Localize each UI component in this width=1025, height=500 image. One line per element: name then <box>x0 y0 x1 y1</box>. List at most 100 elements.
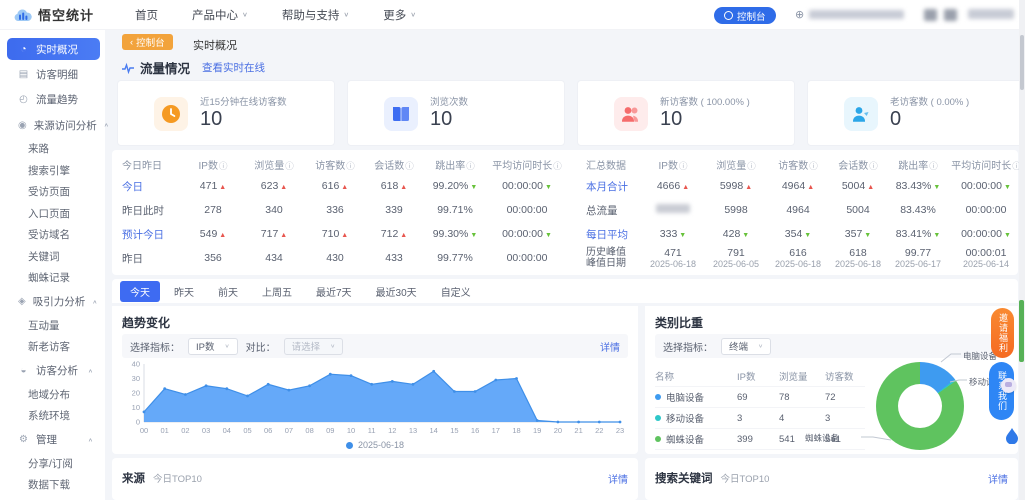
keywords-detail-link[interactable]: 详情 <box>988 471 1008 486</box>
info-icon[interactable]: ⓘ <box>405 161 414 171</box>
date-tab-昨天[interactable]: 昨天 <box>164 281 204 302</box>
chevron-down-icon: ∨ <box>410 11 416 18</box>
sidebar-item-来源访问分析[interactable]: ◉来源访问分析∧ <box>0 112 105 138</box>
nav-item-4[interactable]: 更多∨ <box>383 7 416 23</box>
console-button[interactable]: 控制台 <box>714 7 776 24</box>
date-tab-自定义[interactable]: 自定义 <box>431 281 481 302</box>
info-icon[interactable]: ⓘ <box>929 161 938 171</box>
table-cell: 00:00:00 <box>948 204 1024 216</box>
date-tab-最近30天[interactable]: 最近30天 <box>366 281 427 302</box>
svg-text:40: 40 <box>132 360 140 369</box>
sidebar-item-入口页面[interactable]: 入口页面 <box>0 203 105 225</box>
info-icon[interactable]: ⓘ <box>869 161 878 171</box>
chevron-down-icon: ∨ <box>343 11 349 18</box>
stat-card-label: 老访客数 ( 0.00% ) <box>890 94 969 108</box>
svg-text:17: 17 <box>492 426 500 435</box>
info-icon[interactable]: ⓘ <box>346 161 355 171</box>
water-drop-icon[interactable] <box>1006 428 1018 444</box>
source-detail-link[interactable]: 详情 <box>608 471 628 486</box>
sidebar-item-受访页面[interactable]: 受访页面 <box>0 181 105 203</box>
console-back-badge[interactable]: ‹ 控制台 <box>122 34 173 50</box>
trend-card: 趋势变化 选择指标： IP数 ∨ 对比： 请选择 ∨ 详情 0102030400… <box>112 306 638 454</box>
sidebar-item-label: 蜘蛛记录 <box>28 270 70 285</box>
arrow-up-icon: ▲ <box>219 184 226 191</box>
category-metric-select[interactable]: 终端 ∨ <box>721 338 771 355</box>
tab-realtime-overview[interactable]: 实时概况 <box>193 37 237 53</box>
category-cell: 78 <box>779 392 825 403</box>
sidebar-item-系统环境[interactable]: 系统环境 <box>0 405 105 427</box>
row-label[interactable]: 本月合计 <box>584 179 642 194</box>
device-donut-chart[interactable] <box>876 362 964 450</box>
row-label[interactable]: 今日 <box>120 179 184 194</box>
sidebar-item-搜索引擎[interactable]: 搜索引擎 <box>0 160 105 182</box>
svg-text:04: 04 <box>223 426 231 435</box>
category-row-移动设备[interactable]: 移动设备343 <box>655 408 865 429</box>
info-icon[interactable]: ⓘ <box>809 161 818 171</box>
date-tab-上周五[interactable]: 上周五 <box>252 281 302 302</box>
info-icon[interactable]: ⓘ <box>466 161 475 171</box>
sidebar-item-关键词[interactable]: 关键词 <box>0 246 105 268</box>
row-label[interactable]: 预计今日 <box>120 227 184 242</box>
sidebar-item-label: 来路 <box>28 141 49 156</box>
chat-bubble-icon[interactable] <box>1001 378 1016 393</box>
sidebar-item-新老访客[interactable]: 新老访客 <box>0 336 105 358</box>
brand-logo[interactable]: 悟空统计 <box>0 5 105 24</box>
chart-legend[interactable]: 2025-06-18 <box>112 440 638 450</box>
scrollbar-thumb-green[interactable] <box>1019 300 1024 362</box>
nav-item-2[interactable]: 产品中心∨ <box>192 7 248 23</box>
invite-rewards-float-button[interactable]: 邀请福利 <box>991 308 1014 358</box>
sidebar-item-访客明细[interactable]: ▤访客明细 <box>0 62 105 87</box>
sidebar-item-分享/订阅[interactable]: 分享/订阅 <box>0 453 105 475</box>
trend-area-chart[interactable]: 0102030400001020304050607080910111213141… <box>120 360 630 440</box>
sidebar-item-label: 分享/订阅 <box>28 456 73 471</box>
sidebar-item-实时概况[interactable]: ◔实时概况 <box>7 38 100 60</box>
nav-blurred-text <box>968 9 1014 19</box>
donut-hole <box>898 384 942 428</box>
row-label[interactable]: 每日平均 <box>584 227 642 242</box>
user-email-blurred <box>809 10 904 19</box>
view-realtime-online-link[interactable]: 查看实时在线 <box>202 60 265 75</box>
legend-dot <box>655 415 661 421</box>
date-tab-前天[interactable]: 前天 <box>208 281 248 302</box>
info-icon[interactable]: ⓘ <box>553 161 562 171</box>
top-navbar: 悟空统计 首页 产品中心∨ 帮助与支持∨ 更多∨ 控制台 ⊕ <box>0 0 1025 30</box>
table-row: 历史峰值峰值日期4712025-06-187912025-06-05616202… <box>584 246 1024 270</box>
category-header-row: 名称IP数浏览量访客数 <box>655 366 865 387</box>
sidebar-item-数据下载[interactable]: 数据下载 <box>0 474 105 496</box>
info-icon[interactable]: ⓘ <box>219 161 228 171</box>
console-button-label: 控制台 <box>737 9 766 23</box>
sidebar-item-地域分布[interactable]: 地域分布 <box>0 384 105 406</box>
nav-item-label: 首页 <box>135 7 158 23</box>
column-header: 平均访问时长ⓘ <box>486 157 568 172</box>
date-tab-最近7天[interactable]: 最近7天 <box>306 281 362 302</box>
table-cell: 5998▲ <box>704 180 768 192</box>
sidebar-item-来路[interactable]: 来路 <box>0 138 105 160</box>
table-cell: 336 <box>306 204 364 216</box>
nav-blurred-icon-1[interactable] <box>924 9 937 21</box>
metric-select[interactable]: IP数 ∨ <box>188 338 238 355</box>
category-row-电脑设备[interactable]: 电脑设备697872 <box>655 387 865 408</box>
compare-select[interactable]: 请选择 ∨ <box>284 338 344 355</box>
sidebar-item-互动量[interactable]: 互动量 <box>0 315 105 337</box>
info-icon[interactable]: ⓘ <box>679 161 688 171</box>
info-icon[interactable]: ⓘ <box>285 161 294 171</box>
info-icon[interactable]: ⓘ <box>747 161 756 171</box>
sidebar-item-管理[interactable]: ⚙管理∧ <box>0 427 105 453</box>
sidebar-item-访客分析[interactable]: ◒访客分析∧ <box>0 358 105 384</box>
date-tab-今天[interactable]: 今天 <box>120 281 160 302</box>
sidebar-item-蜘蛛记录[interactable]: 蜘蛛记录 <box>0 267 105 289</box>
trend-detail-link[interactable]: 详情 <box>600 339 620 354</box>
column-header: 汇总数据 <box>584 157 642 172</box>
user-account-area[interactable]: ⊕ <box>795 8 904 21</box>
nav-blurred-icon-2[interactable] <box>944 9 957 21</box>
table-row: 每日平均333▼428▼354▼357▼83.41%▼00:00:00▼ <box>584 222 1024 246</box>
nav-item-3[interactable]: 帮助与支持∨ <box>282 7 349 23</box>
svg-text:14: 14 <box>430 426 438 435</box>
sidebar-item-label: 来源访问分析 <box>34 118 97 133</box>
sidebar-item-吸引力分析[interactable]: ◈吸引力分析∧ <box>0 289 105 315</box>
nav-item-1[interactable]: 首页 <box>135 7 158 23</box>
svg-text:21: 21 <box>574 426 582 435</box>
scrollbar-thumb[interactable] <box>1020 35 1024 90</box>
sidebar-item-受访域名[interactable]: 受访域名 <box>0 224 105 246</box>
sidebar-item-流量趋势[interactable]: ◴流量趋势 <box>0 87 105 112</box>
